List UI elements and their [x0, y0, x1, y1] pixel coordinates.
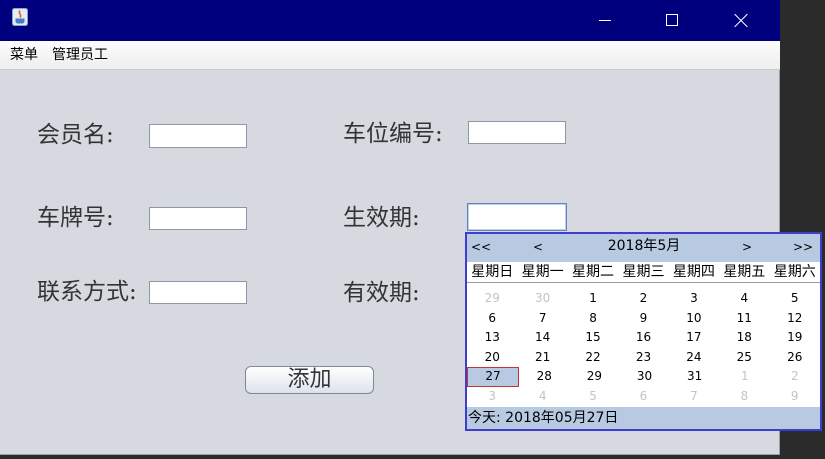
effective-date-input[interactable]	[467, 203, 567, 231]
maximize-icon	[666, 14, 678, 26]
calendar-week-row: 20 21 22 23 24 25 26	[467, 348, 820, 368]
calendar-day[interactable]: 21	[517, 348, 567, 368]
calendar-day[interactable]: 12	[770, 309, 820, 329]
calendar-day[interactable]: 30	[619, 367, 669, 387]
calendar-day[interactable]: 16	[618, 328, 668, 348]
weekday-label: 星期六	[773, 264, 816, 280]
calendar-day[interactable]: 3	[669, 289, 719, 309]
next-month-button[interactable]: >	[737, 234, 757, 262]
calendar-day[interactable]: 1	[568, 289, 618, 309]
next-year-button[interactable]: >>	[789, 234, 817, 262]
weekday-label: 星期三	[622, 264, 665, 280]
weekday-label: 星期四	[672, 264, 715, 280]
member-name-label: 会员名:	[37, 122, 114, 148]
member-name-input[interactable]	[149, 124, 247, 148]
calendar-day[interactable]: 7	[669, 387, 719, 407]
calendar-day[interactable]: 5	[568, 387, 618, 407]
month-title: 2018年5月	[607, 238, 681, 254]
parking-space-no-input[interactable]	[468, 121, 566, 144]
calendar-day[interactable]: 8	[719, 387, 769, 407]
calendar-day[interactable]: 10	[669, 309, 719, 329]
calendar-day[interactable]: 9	[618, 309, 668, 329]
java-app-icon[interactable]	[12, 8, 28, 26]
calendar-day[interactable]: 15	[568, 328, 618, 348]
today-label[interactable]: 今天: 2018年05月27日	[467, 407, 820, 429]
calendar-day[interactable]: 2	[618, 289, 668, 309]
weekday-header-row: 星期日 星期一 星期二 星期三 星期四 星期五 星期六	[467, 262, 820, 283]
calendar-day[interactable]: 6	[618, 387, 668, 407]
plate-no-input[interactable]	[149, 207, 247, 230]
calendar-day[interactable]: 31	[670, 367, 720, 387]
calendar-day[interactable]: 28	[519, 367, 569, 387]
calendar-day[interactable]: 8	[568, 309, 618, 329]
calendar-day[interactable]: 13	[467, 328, 517, 348]
calendar-day[interactable]: 14	[517, 328, 567, 348]
calendar-day[interactable]: 17	[669, 328, 719, 348]
minimize-icon	[599, 20, 611, 21]
calendar-day[interactable]: 29	[467, 289, 517, 309]
menu-item-menu[interactable]: 菜单	[10, 41, 38, 69]
prev-month-button[interactable]: <	[528, 234, 548, 262]
menu-item-manage-staff[interactable]: 管理员工	[52, 41, 108, 69]
prev-year-button[interactable]: <<	[467, 234, 495, 262]
calendar-day[interactable]: 20	[467, 348, 517, 368]
weekday-label: 星期二	[572, 264, 615, 280]
close-icon	[733, 12, 749, 28]
calendar-day[interactable]: 24	[669, 348, 719, 368]
calendar-day[interactable]: 30	[517, 289, 567, 309]
calendar-week-row: 6 7 8 9 10 11 12	[467, 309, 820, 329]
calendar-day[interactable]: 11	[719, 309, 769, 329]
plate-no-label: 车牌号:	[37, 205, 114, 231]
weekday-label: 星期五	[723, 264, 766, 280]
effective-date-label: 生效期:	[343, 205, 420, 231]
contact-label: 联系方式:	[37, 279, 137, 305]
calendar-day[interactable]: 4	[719, 289, 769, 309]
calendar-week-row: 13 14 15 16 17 18 19	[467, 328, 820, 348]
calendar-day-selected[interactable]: 27	[467, 367, 520, 387]
calendar-week-row: 29 30 1 2 3 4 5	[467, 289, 820, 309]
calendar-week-row: 27 28 29 30 31 1 2	[467, 367, 820, 387]
valid-period-label: 有效期:	[343, 280, 420, 306]
minimize-button[interactable]	[582, 0, 628, 41]
calendar-day-grid: 29 30 1 2 3 4 5 6 7 8 9 10 11 12 13 14 15 16 17 18 19 20 21 22 2…	[467, 283, 820, 407]
menu-bar: 菜单 管理员工	[0, 41, 780, 70]
calendar-day[interactable]: 9	[770, 387, 820, 407]
calendar-day[interactable]: 1	[720, 367, 770, 387]
calendar-day[interactable]: 2	[770, 367, 820, 387]
parking-space-no-label: 车位编号:	[343, 121, 443, 147]
calendar-week-row: 3456789	[467, 387, 820, 407]
calendar-day[interactable]: 22	[568, 348, 618, 368]
contact-input[interactable]	[149, 281, 247, 304]
calendar-day[interactable]: 18	[719, 328, 769, 348]
title-bar[interactable]	[0, 0, 780, 41]
close-button[interactable]	[718, 0, 764, 41]
date-picker-header: << < 2018年5月 > >>	[467, 234, 820, 262]
calendar-day[interactable]: 5	[770, 289, 820, 309]
add-button[interactable]: 添加	[245, 366, 374, 394]
calendar-day[interactable]: 23	[618, 348, 668, 368]
weekday-label: 星期日	[471, 264, 514, 280]
weekday-label: 星期一	[521, 264, 564, 280]
date-picker-popup: << < 2018年5月 > >> 星期日 星期一 星期二 星期三 星期四 星期五 星期六 …	[465, 232, 822, 431]
calendar-day[interactable]: 7	[517, 309, 567, 329]
maximize-button[interactable]	[649, 0, 695, 41]
calendar-day[interactable]: 26	[770, 348, 820, 368]
calendar-day[interactable]: 4	[517, 387, 567, 407]
calendar-day[interactable]: 29	[569, 367, 619, 387]
calendar-day[interactable]: 25	[719, 348, 769, 368]
calendar-day[interactable]: 6	[467, 309, 517, 329]
calendar-day[interactable]: 19	[770, 328, 820, 348]
calendar-day[interactable]: 3	[467, 387, 517, 407]
